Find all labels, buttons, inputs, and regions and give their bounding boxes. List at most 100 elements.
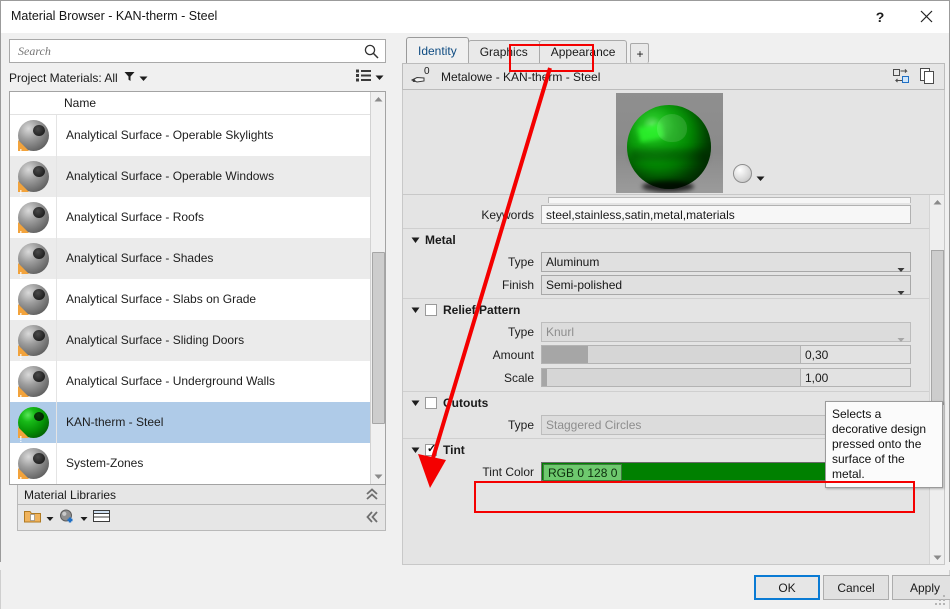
materials-rows-container: ! Analytical Surface - Operable Skylights…: [10, 115, 370, 484]
materials-list[interactable]: Name ! Analytical Surface - Operable Skyl…: [9, 91, 386, 485]
right-panel: Identity Graphics Appearance + 0 Metalowe -…: [394, 33, 949, 569]
relief-amount-row: Amount 0,30: [403, 343, 929, 366]
cancel-button[interactable]: Cancel: [823, 575, 889, 600]
triangle-down-icon[interactable]: [411, 443, 420, 457]
materials-list-scrollbar[interactable]: [370, 92, 385, 484]
sphere-hole: [32, 371, 45, 382]
list-item[interactable]: ! System-Zones: [10, 443, 370, 484]
search-input[interactable]: [16, 43, 346, 60]
preview-render: [616, 93, 723, 193]
preview-shadow: [642, 181, 694, 192]
duplicate-asset-icon[interactable]: [920, 68, 936, 87]
warning-badge-icon: !: [17, 181, 29, 198]
relief-amount-slider-fill: [542, 346, 589, 363]
chevron-down-icon[interactable]: [139, 71, 148, 85]
material-libraries-label: Material Libraries: [24, 487, 117, 502]
relief-pattern-section-header[interactable]: Relief Pattern: [403, 298, 929, 320]
grey-sphere-icon: !: [17, 202, 49, 239]
search-icon: [364, 44, 379, 62]
list-item-thumbnail: !: [10, 366, 56, 403]
warning-badge-icon: !: [17, 263, 29, 280]
project-materials-filter[interactable]: Project Materials: All: [9, 67, 386, 89]
tab-graphics[interactable]: Graphics: [467, 40, 540, 63]
metal-type-row: Type Aluminum: [403, 250, 929, 273]
relief-type-row: Type Knurl: [403, 320, 929, 343]
list-item[interactable]: ! Analytical Surface - Sliding Doors: [10, 320, 370, 362]
warning-badge-icon: !: [17, 222, 29, 239]
list-item[interactable]: ! Analytical Surface - Shades: [10, 238, 370, 280]
list-item[interactable]: ! KAN-therm - Steel: [10, 402, 370, 444]
properties-scroll-content: Keywords steel,stainless,satin,metal,mat…: [403, 195, 929, 564]
metal-section-header[interactable]: Metal: [403, 228, 929, 250]
dialog-body: Project Materials: All: [1, 33, 949, 569]
new-material-chevron-down-icon[interactable]: [80, 511, 88, 525]
search-box[interactable]: [9, 39, 386, 63]
sphere-preview-icon[interactable]: [733, 164, 752, 183]
tint-checkbox[interactable]: [425, 442, 437, 456]
relief-amount-value[interactable]: 0,30: [801, 345, 911, 364]
appearance-properties: Keywords steel,stainless,satin,metal,mat…: [402, 195, 945, 565]
properties-scrollbar-thumb[interactable]: [931, 250, 944, 405]
open-library-chevron-down-icon[interactable]: [46, 511, 54, 525]
keywords-row: Keywords steel,stainless,satin,metal,mat…: [403, 203, 929, 226]
sphere-hole: [32, 207, 45, 218]
help-button[interactable]: ?: [857, 1, 903, 32]
list-item-thumbnail: !: [10, 202, 56, 239]
open-library-icon[interactable]: [24, 509, 41, 526]
scroll-down-arrow-icon[interactable]: [371, 469, 385, 484]
relief-amount-slider[interactable]: [541, 345, 801, 364]
list-item[interactable]: ! Analytical Surface - Slabs on Grade: [10, 279, 370, 321]
relief-amount-label: Amount: [492, 347, 534, 362]
sphere-hole: [32, 453, 45, 464]
sphere-hole: [33, 412, 44, 421]
properties-scroll-down-icon[interactable]: [930, 550, 944, 564]
close-button[interactable]: [903, 1, 949, 32]
resize-gripper[interactable]: [935, 595, 946, 606]
list-item[interactable]: ! Analytical Surface - Underground Walls: [10, 361, 370, 403]
material-preview[interactable]: [402, 90, 945, 195]
grey-sphere-icon: !: [17, 284, 49, 321]
triangle-down-icon[interactable]: [411, 233, 420, 247]
relief-scale-slider[interactable]: [541, 368, 801, 387]
ok-button[interactable]: OK: [754, 575, 820, 600]
scroll-up-arrow-icon[interactable]: [371, 92, 385, 107]
new-material-icon[interactable]: [59, 509, 75, 527]
tab-identity[interactable]: Identity: [406, 37, 469, 63]
list-item[interactable]: ! Analytical Surface - Operable Skylights: [10, 115, 370, 157]
preview-shape-chevron-down-icon[interactable]: [756, 171, 765, 185]
keywords-input[interactable]: steel,stainless,satin,metal,materials: [541, 205, 911, 224]
grey-sphere-icon: !: [17, 161, 49, 198]
grey-sphere-icon: !: [17, 448, 49, 484]
triangle-down-icon[interactable]: [411, 303, 420, 317]
double-chevron-left-icon[interactable]: [365, 510, 379, 527]
properties-scrollbar[interactable]: [929, 195, 944, 564]
relief-type-select[interactable]: Knurl: [541, 321, 911, 342]
tooltip-text: Selects a decorative design pressed onto…: [832, 407, 927, 481]
material-libraries-bar[interactable]: Material Libraries: [17, 485, 386, 505]
add-tab-button[interactable]: +: [630, 43, 650, 63]
grey-sphere-icon: !: [17, 120, 49, 157]
metal-type-select[interactable]: Aluminum: [541, 251, 911, 272]
metal-type-value: Aluminum: [546, 254, 600, 269]
metal-finish-value: Semi-polished: [546, 277, 623, 292]
library-panel-icon[interactable]: [93, 509, 110, 526]
library-tools-bar: [17, 505, 386, 531]
properties-scroll-up-icon[interactable]: [930, 195, 944, 209]
list-item[interactable]: ! Analytical Surface - Operable Windows: [10, 156, 370, 198]
list-item[interactable]: ! Analytical Surface - Roofs: [10, 197, 370, 239]
double-chevron-up-icon[interactable]: [365, 487, 379, 504]
relief-pattern-checkbox[interactable]: [425, 303, 437, 316]
scrollbar-thumb[interactable]: [372, 252, 385, 424]
cutouts-checkbox[interactable]: [425, 396, 437, 409]
list-view-tools[interactable]: [356, 69, 384, 85]
metal-finish-select[interactable]: Semi-polished: [541, 274, 911, 295]
list-item-label: System-Zones: [56, 443, 370, 484]
replace-asset-icon[interactable]: [893, 68, 910, 87]
list-view-chevron-down-icon[interactable]: [375, 70, 384, 84]
tab-appearance[interactable]: Appearance: [538, 40, 628, 63]
list-view-icon[interactable]: [356, 69, 371, 85]
funnel-icon[interactable]: [124, 71, 135, 85]
relief-scale-value[interactable]: 1,00: [801, 368, 911, 387]
triangle-down-icon[interactable]: [411, 396, 420, 410]
materials-list-column: Name ! Analytical Surface - Operable Skyl…: [10, 92, 370, 484]
